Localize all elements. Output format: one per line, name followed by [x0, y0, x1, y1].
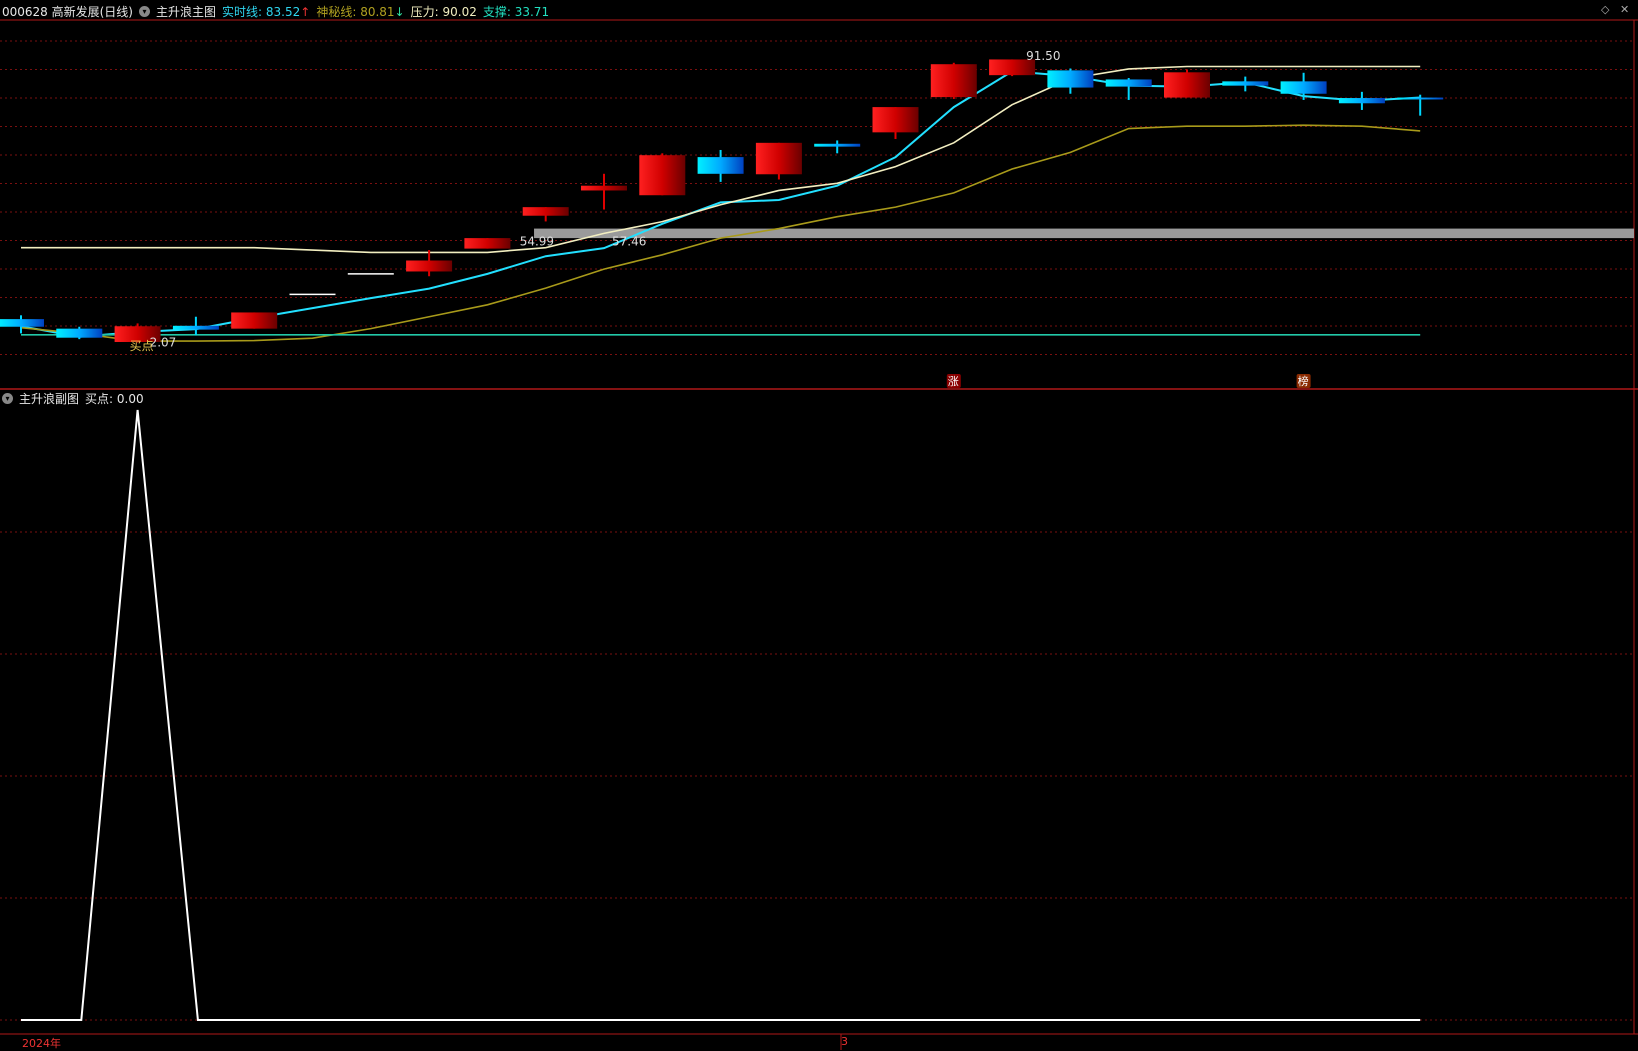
support-label: 支撑: — [482, 4, 511, 19]
candle-body[interactable] — [1280, 81, 1327, 94]
pressure-value: 90.02 — [442, 4, 477, 19]
candle-body[interactable] — [231, 312, 278, 329]
candle-body[interactable] — [581, 185, 627, 191]
candle-body[interactable] — [872, 107, 919, 133]
candle-body[interactable] — [56, 328, 103, 338]
candle-body[interactable] — [1222, 81, 1269, 86]
candle-body[interactable] — [639, 155, 686, 196]
down-arrow-icon: ↓ — [394, 4, 405, 19]
price-annotation: 91.50 — [1026, 49, 1060, 63]
price-annotation: 买点 — [130, 339, 154, 353]
mystic-value: 80.81 — [360, 4, 395, 19]
candle-body[interactable] — [522, 207, 569, 216]
candle-body[interactable] — [814, 143, 861, 147]
candle-body[interactable] — [1164, 72, 1210, 98]
buy-point-value: 0.00 — [116, 391, 144, 406]
sub-indicator-name[interactable]: 主升浪副图 — [19, 390, 79, 407]
support-value: 33.71 — [514, 4, 550, 19]
price-annotation: 54.99 — [520, 234, 554, 248]
close-icon[interactable]: ✕ — [1620, 3, 1629, 16]
pressure-label: 压力: — [410, 4, 439, 19]
candle-body[interactable] — [1397, 97, 1444, 100]
event-tag-label[interactable]: 榜 — [1298, 374, 1309, 388]
main-indicator-name[interactable]: 主升浪主图 — [156, 3, 216, 20]
realtime-label: 实时线: — [222, 4, 263, 19]
main-panel-header: 000628 高新发展(日线) ▾ 主升浪主图 实时线: 83.52↑ 神秘线:… — [2, 1, 549, 21]
realtime-value: 83.52 — [265, 4, 301, 19]
candle-body[interactable] — [1338, 98, 1385, 104]
up-arrow-icon: ↑ — [300, 4, 311, 19]
chart-stage[interactable]: 2.07买点54.99 57.4691.50涨榜 — [0, 0, 1638, 1050]
candle-body[interactable] — [755, 142, 802, 175]
buy-point-label: 买点: — [85, 391, 114, 406]
candle-body[interactable] — [464, 238, 511, 249]
candle-body[interactable] — [172, 325, 219, 330]
candle-body[interactable] — [930, 64, 977, 98]
stock-title[interactable]: 000628 高新发展(日线) — [2, 3, 133, 20]
candle-body[interactable] — [697, 157, 744, 174]
price-annotation: 57.46 — [612, 234, 646, 248]
sub-indicator-menu-chevron-icon[interactable]: ▾ — [2, 392, 13, 404]
candle-body[interactable] — [0, 319, 44, 327]
candle-body[interactable] — [1105, 79, 1152, 87]
event-tag-label[interactable]: 涨 — [948, 375, 959, 388]
buy-point-line — [21, 409, 1421, 1021]
indicator-menu-chevron-icon[interactable]: ▾ — [139, 5, 150, 17]
sub-panel-header: ▾ 主升浪副图 买点: 0.00 — [2, 388, 144, 408]
x-axis-label-month: 3 — [841, 1035, 848, 1048]
band-zone — [534, 228, 1634, 239]
candle-body[interactable] — [1047, 70, 1094, 88]
x-axis-label-year: 2024年 — [22, 1037, 61, 1050]
candle-body[interactable] — [406, 260, 453, 272]
diamond-icon[interactable]: ◇ — [1601, 3, 1609, 16]
mystic-label: 神秘线: — [316, 4, 357, 19]
